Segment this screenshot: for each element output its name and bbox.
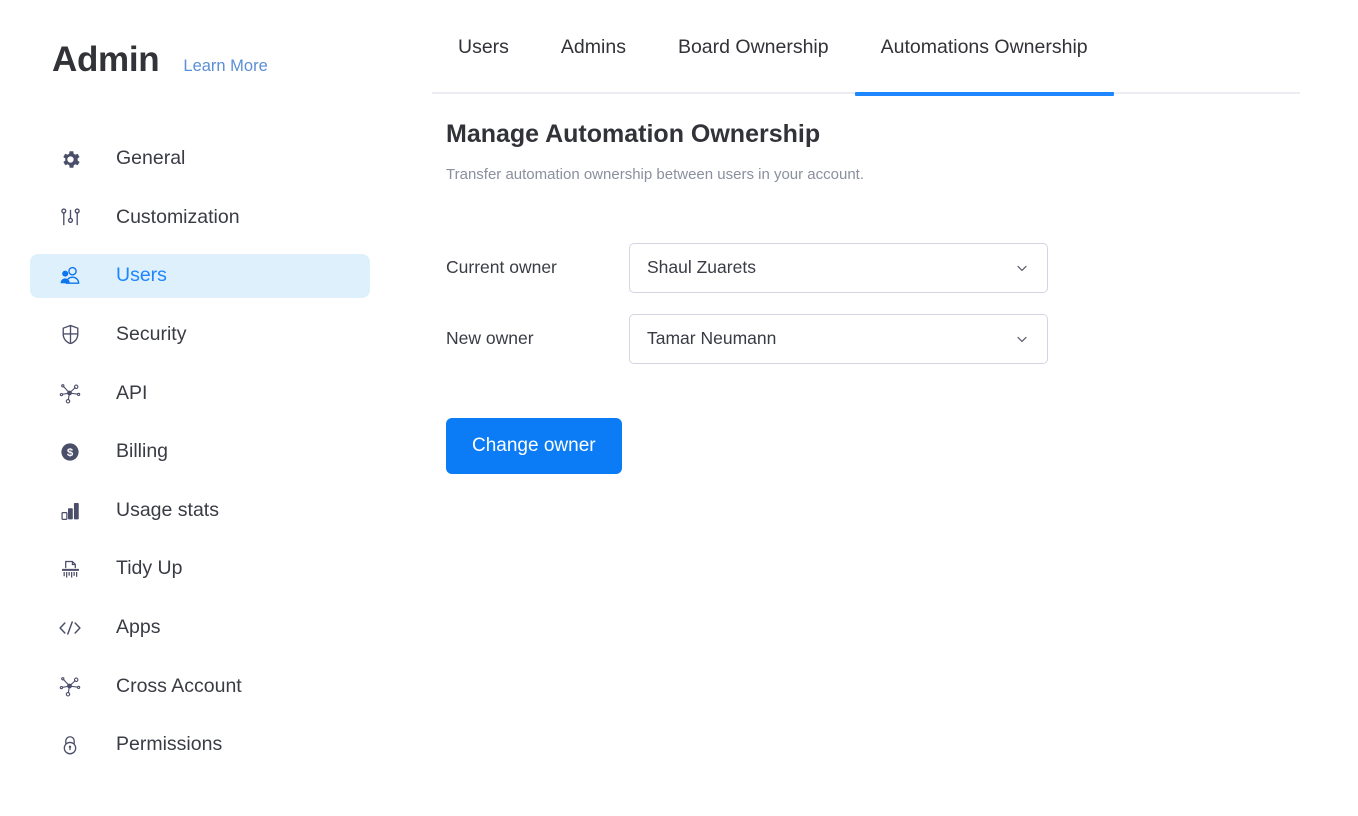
sidebar-item-security[interactable]: Security <box>30 313 370 357</box>
code-brackets-icon <box>57 615 83 641</box>
gear-icon <box>57 146 83 172</box>
content-area: Manage Automation Ownership Transfer aut… <box>446 118 1048 474</box>
sidebar-item-billing[interactable]: $ Billing <box>30 430 370 474</box>
sliders-icon <box>57 205 83 231</box>
network-nodes-icon <box>57 673 83 699</box>
sidebar-item-customization[interactable]: Customization <box>30 196 370 240</box>
sidebar-item-tidy-up[interactable]: Tidy Up <box>30 547 370 591</box>
tab-label: Automations Ownership <box>880 35 1088 58</box>
sidebar-item-label: Tidy Up <box>116 557 183 580</box>
sidebar-nav: General Customization Users Security API… <box>30 137 370 782</box>
svg-text:$: $ <box>67 447 74 459</box>
sidebar-item-label: Permissions <box>116 733 223 756</box>
chevron-down-icon <box>1014 331 1030 347</box>
new-owner-row: New owner Tamar Neumann <box>446 313 1048 364</box>
bar-chart-icon <box>57 498 83 524</box>
sidebar-item-usage-stats[interactable]: Usage stats <box>30 489 370 533</box>
sidebar-item-label: Users <box>116 264 167 287</box>
tab-label: Users <box>458 35 509 58</box>
dollar-coin-icon: $ <box>57 439 83 465</box>
shredder-icon <box>57 556 83 582</box>
sidebar-item-apps[interactable]: Apps <box>30 606 370 650</box>
sidebar-item-label: Cross Account <box>116 674 242 697</box>
current-owner-label: Current owner <box>446 257 557 277</box>
sidebar-item-users[interactable]: Users <box>30 254 370 299</box>
sidebar-item-label: Security <box>116 323 187 346</box>
sidebar-item-label: API <box>116 381 148 404</box>
network-nodes-icon <box>57 380 83 406</box>
new-owner-value: Tamar Neumann <box>647 328 777 348</box>
sidebar-item-cross-account[interactable]: Cross Account <box>30 664 370 708</box>
users-icon <box>57 263 83 289</box>
page-title: Admin <box>52 40 160 79</box>
sidebar-item-general[interactable]: General <box>30 137 370 181</box>
current-owner-row: Current owner Shaul Zuarets <box>446 242 1048 293</box>
ownership-transfer-form: Current owner Shaul Zuarets New owner Ta… <box>446 242 1048 474</box>
tab-admins[interactable]: Admins <box>535 0 652 94</box>
admin-settings-page: Admin Learn More General Customization U… <box>0 0 1358 816</box>
section-subtitle: Transfer automation ownership between us… <box>446 165 865 183</box>
sidebar-item-label: General <box>116 147 186 170</box>
sidebar: Admin Learn More General Customization U… <box>0 0 432 816</box>
learn-more-link[interactable]: Learn More <box>183 58 267 75</box>
chevron-down-icon <box>1014 260 1030 276</box>
sidebar-item-label: Apps <box>116 616 161 638</box>
current-owner-value: Shaul Zuarets <box>647 257 756 277</box>
new-owner-label: New owner <box>446 328 534 348</box>
lock-icon <box>57 732 83 758</box>
tab-label: Board Ownership <box>677 35 829 58</box>
shield-icon <box>57 322 83 348</box>
tab-board-ownership[interactable]: Board Ownership <box>652 0 855 94</box>
sidebar-item-label: Customization <box>116 205 240 228</box>
sidebar-item-api[interactable]: API <box>30 371 370 415</box>
sidebar-item-permissions[interactable]: Permissions <box>30 723 370 767</box>
sidebar-item-label: Billing <box>116 440 169 463</box>
main-panel: Users Admins Board Ownership Automations… <box>432 0 1358 816</box>
change-owner-button[interactable]: Change owner <box>446 417 622 474</box>
section-heading: Manage Automation Ownership <box>446 120 821 148</box>
tab-users[interactable]: Users <box>432 0 535 94</box>
new-owner-select[interactable]: Tamar Neumann <box>629 313 1048 364</box>
tab-bar: Users Admins Board Ownership Automations… <box>432 0 1300 96</box>
current-owner-select[interactable]: Shaul Zuarets <box>629 242 1048 293</box>
sidebar-item-label: Usage stats <box>116 498 219 521</box>
tab-automations-ownership[interactable]: Automations Ownership <box>854 0 1114 96</box>
brand-header: Admin Learn More <box>52 42 268 77</box>
tab-label: Admins <box>560 35 626 58</box>
